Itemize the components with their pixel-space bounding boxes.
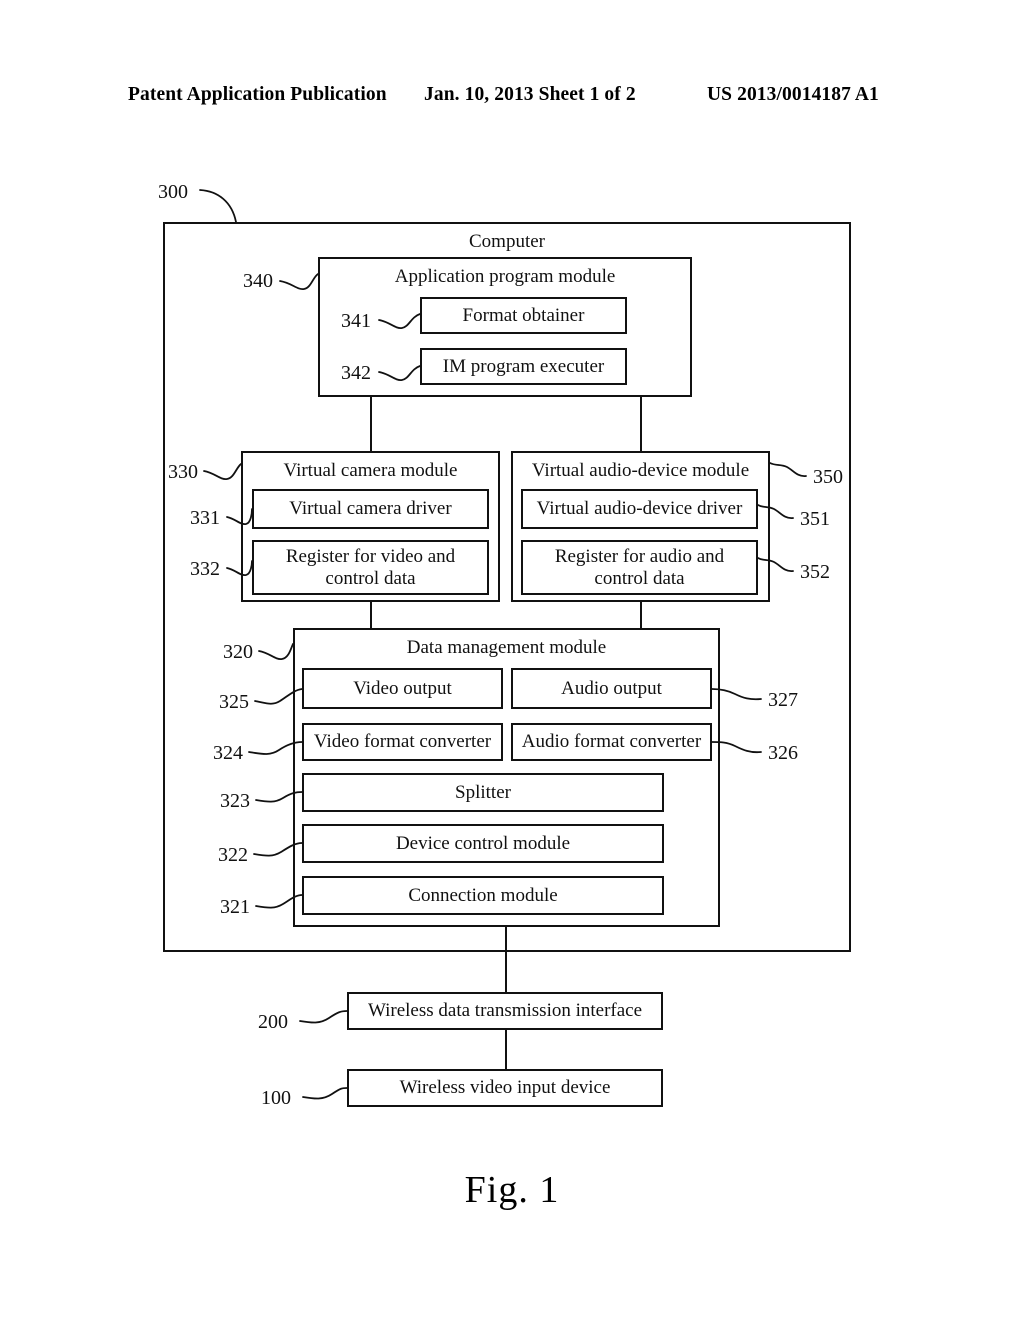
im-program-executer-block: IM program executer bbox=[420, 348, 627, 385]
audio-format-converter-block: Audio format converter bbox=[511, 723, 712, 761]
ref-322: 322 bbox=[218, 844, 248, 866]
audio-output-label: Audio output bbox=[561, 677, 662, 699]
device-control-module-block: Device control module bbox=[302, 824, 664, 863]
ref-327: 327 bbox=[768, 689, 798, 711]
ref-340: 340 bbox=[243, 270, 273, 292]
splitter-block: Splitter bbox=[302, 773, 664, 812]
ref-325: 325 bbox=[219, 691, 249, 713]
data-management-module-label: Data management module bbox=[406, 637, 607, 658]
ref-326: 326 bbox=[768, 742, 798, 764]
ref-320: 320 bbox=[223, 641, 253, 663]
virtual-camera-module-label: Virtual camera module bbox=[283, 460, 458, 481]
format-obtainer-block: Format obtainer bbox=[420, 297, 627, 334]
application-program-module-label: Application program module bbox=[394, 266, 616, 287]
audio-format-converter-label: Audio format converter bbox=[521, 731, 702, 752]
connection-module-block: Connection module bbox=[302, 876, 664, 915]
wireless-data-transmission-interface-label: Wireless data transmission interface bbox=[367, 1000, 643, 1021]
ref-100: 100 bbox=[261, 1087, 291, 1109]
ref-321: 321 bbox=[220, 896, 250, 918]
wireless-video-input-device-block: Wireless video input device bbox=[347, 1069, 663, 1107]
ref-342: 342 bbox=[341, 362, 371, 384]
header-patent-number: US 2013/0014187 A1 bbox=[707, 84, 879, 105]
ref-332: 332 bbox=[190, 558, 220, 580]
page-header: Patent Application Publication Jan. 10, … bbox=[0, 84, 1024, 114]
virtual-audio-device-driver-block: Virtual audio-device driver bbox=[521, 489, 758, 529]
computer-block-label: Computer bbox=[469, 231, 545, 252]
register-video-block: Register for video and control data bbox=[252, 540, 489, 595]
leader-100 bbox=[302, 1087, 348, 1100]
virtual-audio-device-module-label: Virtual audio-device module bbox=[531, 460, 750, 481]
virtual-camera-driver-block: Virtual camera driver bbox=[252, 489, 489, 529]
virtual-camera-driver-label: Virtual camera driver bbox=[289, 498, 452, 519]
ref-324: 324 bbox=[213, 742, 243, 764]
virtual-audio-device-driver-label: Virtual audio-device driver bbox=[536, 498, 743, 519]
device-control-module-label: Device control module bbox=[395, 832, 571, 854]
format-obtainer-label: Format obtainer bbox=[462, 304, 585, 326]
ref-341: 341 bbox=[341, 310, 371, 332]
leader-300 bbox=[199, 189, 237, 223]
ref-200: 200 bbox=[258, 1011, 288, 1033]
connection-module-label: Connection module bbox=[408, 884, 558, 906]
audio-output-block: Audio output bbox=[511, 668, 712, 709]
wireless-video-input-device-label: Wireless video input device bbox=[399, 1077, 611, 1098]
ref-350: 350 bbox=[813, 466, 843, 488]
video-format-converter-label: Video format converter bbox=[313, 731, 492, 752]
connector-wdti-to-wvid bbox=[505, 1029, 507, 1070]
ref-323: 323 bbox=[220, 790, 250, 812]
figure-caption: Fig. 1 bbox=[464, 1169, 560, 1211]
ref-331: 331 bbox=[190, 507, 220, 529]
video-output-label: Video output bbox=[353, 677, 452, 699]
splitter-label: Splitter bbox=[455, 781, 511, 803]
register-audio-block: Register for audio and control data bbox=[521, 540, 758, 595]
connector-computer-to-wdti bbox=[505, 951, 507, 993]
header-date-sheet-label: Jan. 10, 2013 Sheet 1 of 2 bbox=[424, 84, 636, 105]
header-publication-label: Patent Application Publication bbox=[128, 84, 387, 105]
ref-351: 351 bbox=[800, 508, 830, 530]
wireless-data-transmission-interface-block: Wireless data transmission interface bbox=[347, 992, 663, 1030]
video-format-converter-block: Video format converter bbox=[302, 723, 503, 761]
im-program-executer-label: IM program executer bbox=[442, 355, 605, 377]
video-output-block: Video output bbox=[302, 668, 503, 709]
ref-352: 352 bbox=[800, 561, 830, 583]
ref-300: 300 bbox=[158, 181, 188, 203]
ref-330: 330 bbox=[168, 461, 198, 483]
register-audio-label: Register for audio and control data bbox=[554, 545, 725, 589]
leader-200 bbox=[299, 1010, 348, 1024]
register-video-label: Register for video and control data bbox=[285, 545, 456, 589]
